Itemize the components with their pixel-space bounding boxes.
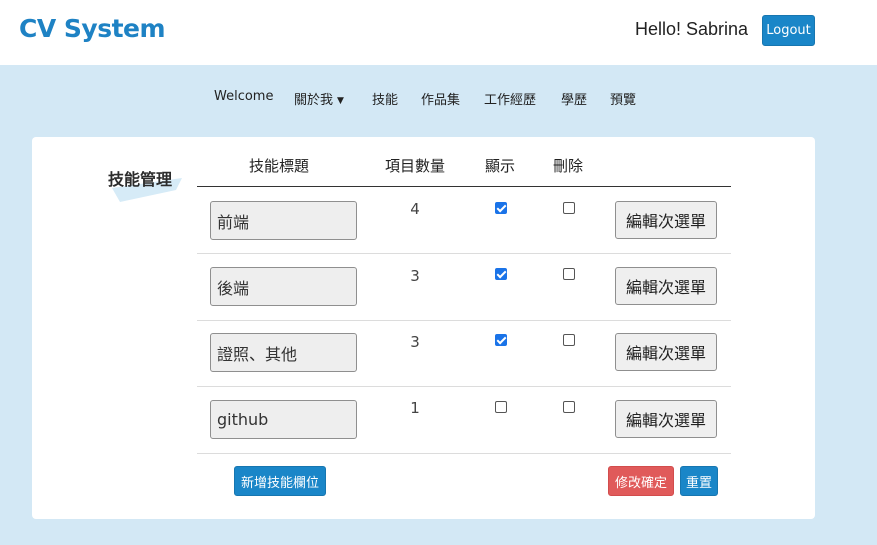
- column-header-show: 顯示: [485, 157, 516, 175]
- row-divider: [197, 386, 731, 387]
- nav-item-welcome[interactable]: Welcome: [214, 89, 273, 104]
- skill-title-input[interactable]: [210, 333, 357, 372]
- row-divider: [197, 453, 731, 454]
- delete-checkbox[interactable]: [563, 202, 575, 214]
- skill-title-input[interactable]: [210, 267, 357, 306]
- row-divider: [197, 320, 731, 321]
- main-nav: Welcome 關於我 ▼ 技能 作品集 工作經歷 學歷 預覽: [0, 89, 877, 108]
- confirm-changes-button[interactable]: 修改確定: [608, 466, 674, 496]
- show-checkbox[interactable]: [495, 401, 507, 413]
- header-divider: [197, 186, 731, 187]
- edit-submenu-button[interactable]: 編輯次選單: [615, 267, 717, 305]
- reset-button[interactable]: 重置: [680, 466, 718, 496]
- delete-checkbox[interactable]: [563, 268, 575, 280]
- edit-submenu-button[interactable]: 編輯次選單: [615, 201, 717, 239]
- nav-item-skills[interactable]: 技能: [372, 89, 398, 108]
- edit-submenu-button[interactable]: 編輯次選單: [615, 333, 717, 371]
- skill-title-input[interactable]: [210, 400, 357, 439]
- column-header-title: 技能標題: [249, 157, 310, 175]
- column-header-count: 項目數量: [385, 157, 446, 175]
- nav-item-about[interactable]: 關於我 ▼: [294, 89, 344, 108]
- add-skill-button[interactable]: 新增技能欄位: [234, 466, 326, 496]
- skill-title-input[interactable]: [210, 201, 357, 240]
- delete-checkbox[interactable]: [563, 401, 575, 413]
- edit-submenu-button[interactable]: 編輯次選單: [615, 400, 717, 438]
- section-title: 技能管理: [108, 170, 173, 189]
- show-checkbox[interactable]: [495, 268, 507, 280]
- item-count: 3: [410, 267, 420, 285]
- greeting-text: Hello! Sabrina: [635, 19, 749, 39]
- nav-item-preview[interactable]: 預覽: [610, 89, 636, 108]
- delete-checkbox[interactable]: [563, 334, 575, 346]
- brand-logo[interactable]: CV System: [19, 14, 166, 43]
- row-divider: [197, 253, 731, 254]
- nav-item-experience[interactable]: 工作經歷: [484, 89, 536, 108]
- top-bar: CV System Hello! Sabrina Logout: [0, 0, 877, 65]
- caret-down-icon: ▼: [337, 96, 344, 106]
- nav-item-about-label: 關於我: [294, 93, 334, 108]
- item-count: 3: [410, 333, 420, 351]
- nav-item-portfolio[interactable]: 作品集: [421, 89, 460, 108]
- nav-item-education[interactable]: 學歷: [561, 89, 587, 108]
- item-count: 1: [410, 399, 420, 417]
- column-header-delete: 刪除: [553, 157, 584, 175]
- item-count: 4: [410, 200, 420, 218]
- logout-button[interactable]: Logout: [762, 15, 815, 46]
- show-checkbox[interactable]: [495, 334, 507, 346]
- show-checkbox[interactable]: [495, 202, 507, 214]
